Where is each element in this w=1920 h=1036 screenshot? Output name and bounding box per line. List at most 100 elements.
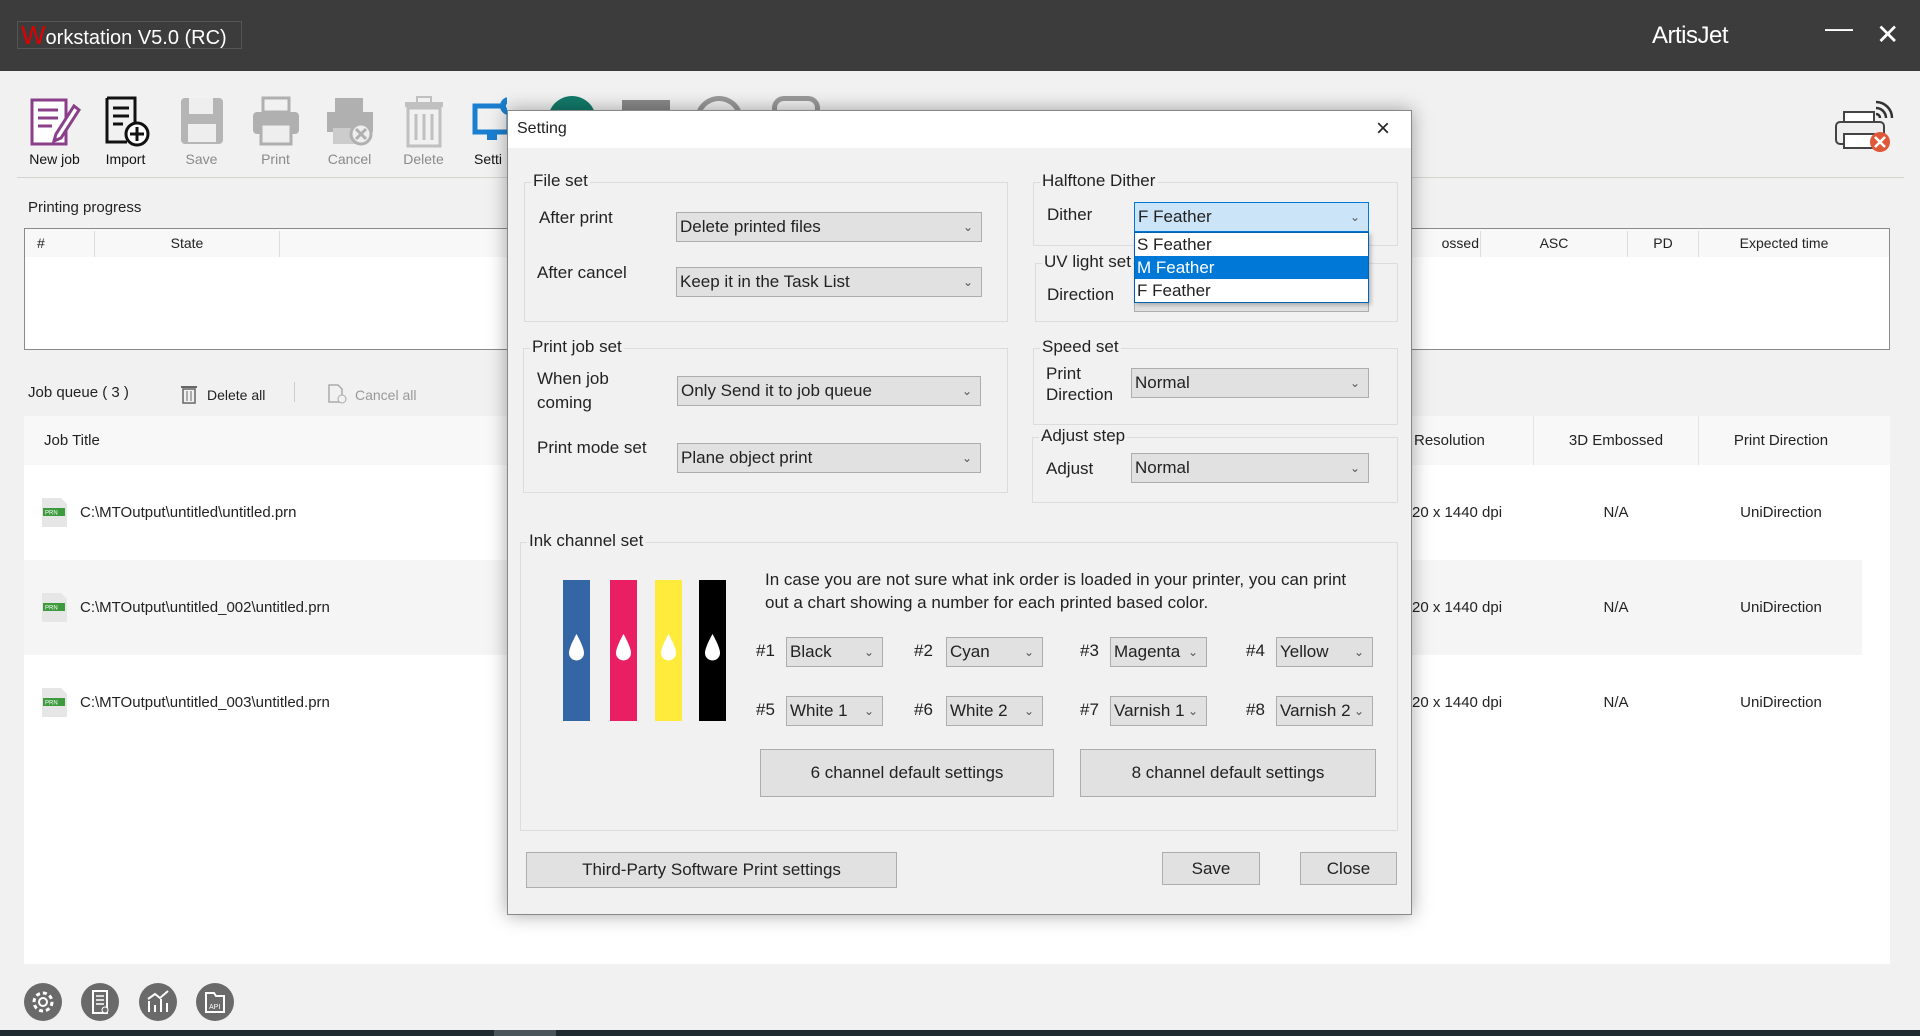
job-title: C:\MTOutput\untitled_003\untitled.prn — [80, 694, 330, 711]
printer-status-button[interactable] — [1832, 94, 1898, 160]
close-button[interactable]: Close — [1300, 852, 1397, 885]
ink-channel-select[interactable]: Varnish 1 ⌄ — [1110, 696, 1207, 726]
after-cancel-select[interactable]: Keep it in the Task List ⌄ — [676, 267, 982, 297]
job-print-direction: UniDirection — [1740, 694, 1822, 711]
print-direction-label: Print — [1046, 364, 1081, 383]
toolbar-print-button[interactable]: Print — [239, 88, 312, 174]
channel-number-label: #3 — [1080, 641, 1099, 660]
group-title: UV light set — [1042, 252, 1133, 272]
api-folder-icon: API — [205, 992, 225, 1013]
channel-number-label: #7 — [1080, 700, 1099, 719]
select-value: Normal — [1135, 373, 1190, 392]
toolbar-new-job-button[interactable]: New job — [18, 88, 91, 174]
delete-all-button[interactable]: Delete all — [180, 382, 265, 406]
prn-file-icon: PRN — [42, 688, 67, 717]
select-value: White 1 — [790, 701, 848, 720]
when-job-coming-select[interactable]: Only Send it to job queue ⌄ — [677, 376, 981, 406]
ink-channel-select[interactable]: Cyan ⌄ — [946, 637, 1043, 667]
file-set-group: File set — [524, 171, 1008, 322]
column-header-3d-embossed: 3D Embossed — [1568, 432, 1664, 449]
trash-icon — [404, 96, 443, 148]
save-icon — [180, 98, 223, 144]
chevron-down-icon: ⌄ — [961, 451, 972, 465]
close-app-button[interactable]: ✕ — [1876, 18, 1899, 51]
select-value: Varnish 1 — [1114, 701, 1185, 720]
channel-number-label: #4 — [1246, 641, 1265, 660]
after-print-label: After print — [539, 208, 613, 227]
select-value: Varnish 2 — [1280, 701, 1351, 720]
chevron-down-icon: ⌄ — [1349, 461, 1360, 475]
save-button[interactable]: Save — [1162, 852, 1260, 885]
dither-select[interactable]: F Feather ⌄ — [1134, 202, 1369, 232]
minimize-button[interactable]: — — [1825, 12, 1853, 44]
app-title-initial: W — [21, 20, 46, 50]
channel-number-label: #2 — [914, 641, 933, 660]
adjust-select[interactable]: Normal ⌄ — [1131, 453, 1369, 483]
cancel-all-button[interactable]: Cancel all — [327, 382, 457, 406]
chevron-down-icon: ⌄ — [1187, 645, 1198, 659]
svg-text:PRN: PRN — [45, 701, 58, 707]
app-title-text: orkstation V5.0 (RC) — [45, 27, 227, 49]
eight-channel-default-button[interactable]: 8 channel default settings — [1080, 749, 1376, 797]
ink-bar — [563, 580, 590, 721]
dither-option-s-feather[interactable]: S Feather — [1135, 233, 1368, 256]
ink-channel-select[interactable]: Varnish 2 ⌄ — [1276, 696, 1373, 726]
import-icon — [105, 96, 149, 147]
select-value: Black — [790, 642, 832, 661]
when-job-coming-label: When job — [537, 369, 609, 388]
channel-number-label: #1 — [756, 641, 775, 660]
column-header-print-direction: Print Direction — [1733, 432, 1829, 449]
toolbar-cancel-button[interactable]: Cancel — [313, 88, 386, 174]
job-print-direction: UniDirection — [1740, 504, 1822, 521]
channel-number-label: #6 — [914, 700, 933, 719]
third-party-print-settings-button[interactable]: Third-Party Software Print settings — [526, 852, 897, 888]
job-title: C:\MTOutput\untitled_002\untitled.prn — [80, 599, 330, 616]
ink-channel-select[interactable]: White 1 ⌄ — [786, 696, 883, 726]
chevron-down-icon: ⌄ — [1023, 645, 1034, 659]
toolbar-label: Delete — [403, 151, 444, 167]
toolbar-delete-button[interactable]: Delete — [387, 88, 460, 174]
toolbar-setting-button[interactable]: Setti — [461, 88, 507, 174]
column-header-asc: ASC — [1481, 229, 1627, 257]
dither-option-m-feather[interactable]: M Feather — [1135, 256, 1368, 279]
select-value: Cyan — [950, 642, 990, 661]
ink-drop-icon — [569, 634, 584, 661]
report-button[interactable] — [81, 983, 119, 1021]
job-title: C:\MTOutput\untitled\untitled.prn — [80, 504, 297, 521]
ink-bar — [699, 580, 726, 721]
ink-channel-select[interactable]: White 2 ⌄ — [946, 696, 1043, 726]
api-button[interactable]: API — [196, 983, 234, 1021]
ink-channel-select[interactable]: Magenta ⌄ — [1110, 637, 1207, 667]
job-3d-embossed: N/A — [1603, 694, 1629, 711]
ink-channel-select[interactable]: Yellow ⌄ — [1276, 637, 1373, 667]
toolbar-import-button[interactable]: Import — [89, 88, 162, 174]
after-print-select[interactable]: Delete printed files ⌄ — [676, 212, 982, 242]
print-mode-select[interactable]: Plane object print ⌄ — [677, 443, 981, 473]
job-print-direction: UniDirection — [1740, 599, 1822, 616]
column-header-pd: PD — [1628, 229, 1698, 257]
chevron-down-icon: ⌄ — [1187, 704, 1198, 718]
chevron-down-icon: ⌄ — [962, 220, 973, 234]
print-icon — [252, 96, 299, 146]
ink-channel-select[interactable]: Black ⌄ — [786, 637, 883, 667]
select-value: Magenta — [1114, 642, 1181, 661]
adjust-label: Adjust — [1046, 459, 1094, 478]
dialog-close-icon[interactable]: × — [1376, 115, 1390, 143]
ink-drop-icon — [661, 634, 676, 661]
cancel-document-icon — [328, 384, 347, 404]
chevron-down-icon: ⌄ — [863, 645, 874, 659]
statistics-button[interactable] — [139, 983, 177, 1021]
toolbar-hidden-window-icon — [622, 100, 670, 110]
job-queue-label: Job queue ( 3 ) — [28, 384, 129, 401]
svg-text:PRN: PRN — [45, 606, 58, 612]
print-direction-select[interactable]: Normal ⌄ — [1131, 368, 1369, 398]
statistics-chart-icon — [147, 990, 169, 1012]
prn-file-icon: PRN — [42, 498, 67, 527]
ink-order-info-text: In case you are not sure what ink order … — [765, 570, 1347, 612]
dither-option-f-feather[interactable]: F Feather — [1135, 279, 1368, 302]
monitor-gear-icon — [472, 97, 507, 140]
toolbar-save-button[interactable]: Save — [165, 88, 238, 174]
six-channel-default-button[interactable]: 6 channel default settings — [760, 749, 1054, 797]
settings-button[interactable] — [24, 983, 62, 1021]
channel-number-label: #5 — [756, 700, 775, 719]
